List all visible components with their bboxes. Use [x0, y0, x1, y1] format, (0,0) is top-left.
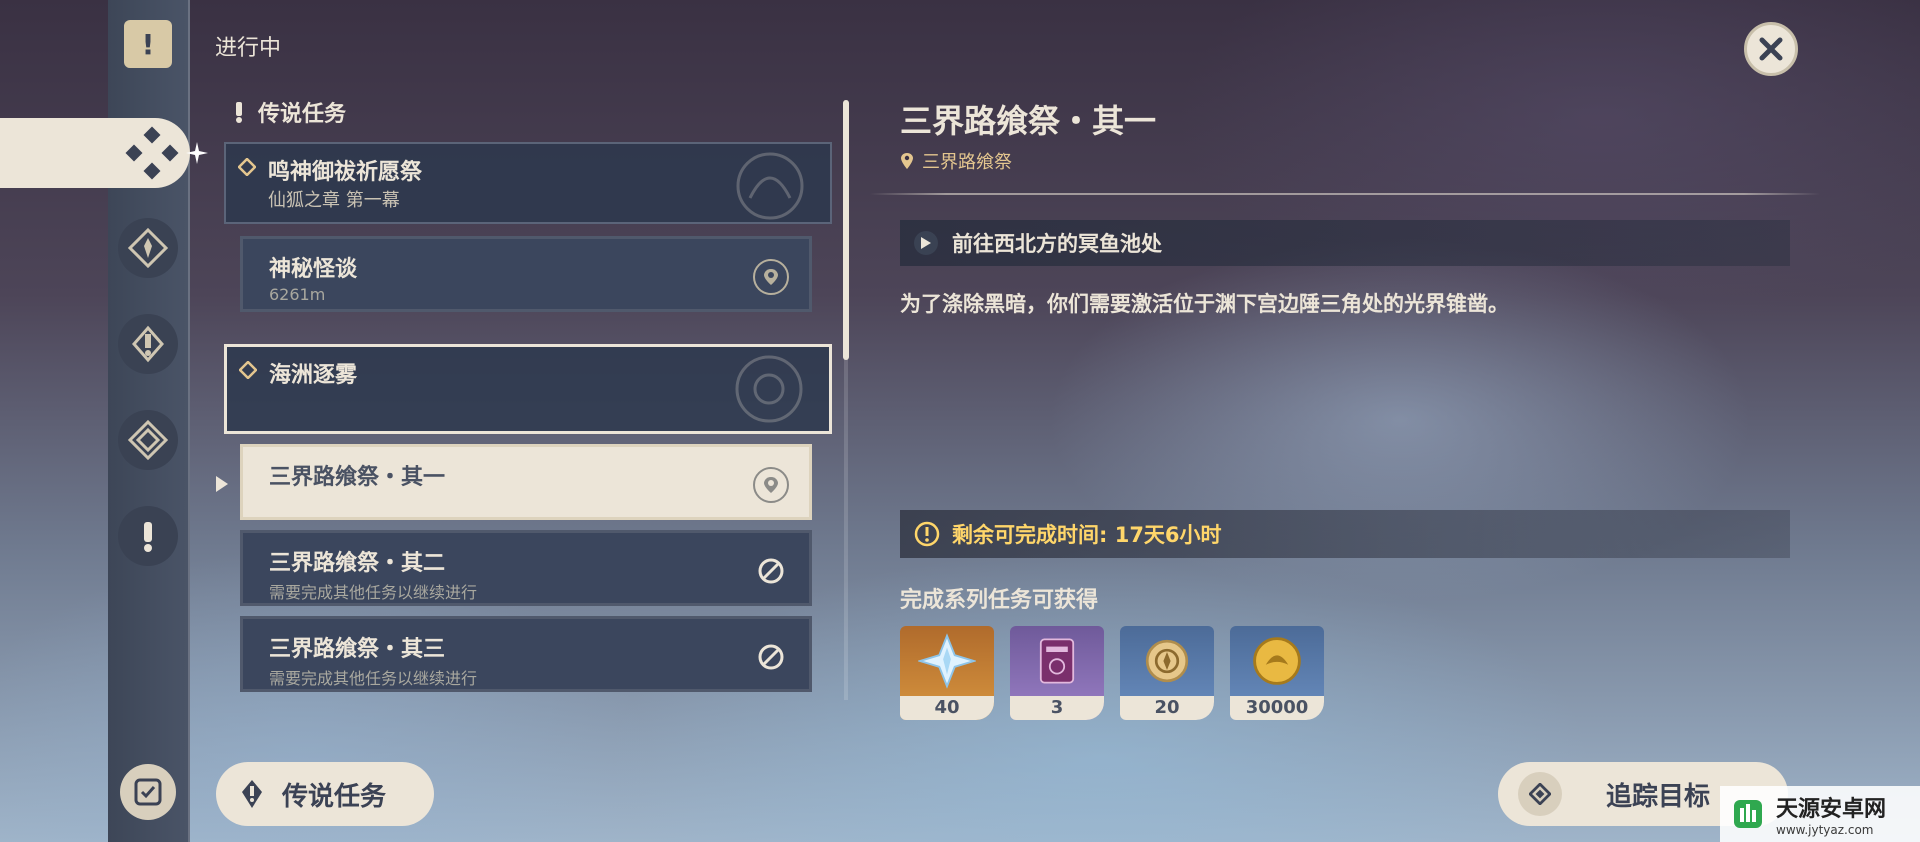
- quest-card-locked[interactable]: 三界路飨祭・其二 需要完成其他任务以继续进行: [240, 530, 812, 606]
- rail-tab-archon-quests[interactable]: [118, 218, 178, 278]
- group-title: 鸣神御祓祈愿祭: [268, 160, 423, 185]
- site-watermark: 天源安卓网 www.jytyaz.com: [1720, 786, 1920, 842]
- quest-banner-icon[interactable]: !: [124, 20, 172, 68]
- watermark-url: www.jytyaz.com: [1776, 823, 1874, 837]
- map-pin-icon[interactable]: [753, 259, 789, 295]
- rewards-label: 完成系列任务可获得: [900, 588, 1099, 613]
- quest-distance: 6261m: [269, 285, 326, 304]
- primogem-icon: [900, 626, 994, 696]
- ornate-divider: [870, 193, 1820, 195]
- tracking-diamond-icon: [239, 361, 257, 379]
- mora-coin-icon: [1230, 626, 1324, 696]
- blocked-icon: [753, 553, 789, 589]
- location-text: 三界路飨祭: [922, 152, 1012, 173]
- time-remaining-text: 剩余可完成时间: 17天6小时: [952, 523, 1222, 547]
- exp-medal-icon: [1120, 626, 1214, 696]
- quest-lock-note: 需要完成其他任务以继续进行: [269, 669, 478, 688]
- map-pin-icon[interactable]: [753, 467, 789, 503]
- group-title: 海洲逐雾: [269, 363, 358, 388]
- legend-quest-icon: [236, 102, 242, 123]
- reward-item[interactable]: 30000: [1230, 626, 1324, 720]
- tracking-diamond-icon: [238, 158, 256, 176]
- alert-circle-icon: [914, 521, 940, 547]
- time-remaining-bar: 剩余可完成时间: 17天6小时: [900, 510, 1790, 558]
- quest-card[interactable]: 神秘怪谈 6261m: [240, 236, 812, 312]
- reward-item[interactable]: 20: [1120, 626, 1214, 720]
- close-button[interactable]: [1744, 22, 1798, 76]
- quest-location: 三界路飨祭: [900, 148, 1012, 174]
- archon-crown-icon: [127, 227, 169, 269]
- heros-wit-book-icon: [1010, 626, 1104, 696]
- quest-group-header-selected[interactable]: 海洲逐雾: [224, 344, 832, 434]
- quest-card-active[interactable]: 三界路飨祭・其一: [240, 444, 812, 520]
- exclamation-icon: [144, 522, 152, 552]
- track-target-label: 追踪目标: [1606, 781, 1711, 812]
- quest-title: 三界路飨祭・其二: [269, 551, 446, 576]
- group-subtitle: 仙狐之章 第一幕: [268, 190, 400, 211]
- rail-tab-story-quests[interactable]: [118, 314, 178, 374]
- quest-group-header[interactable]: 鸣神御祓祈愿祭 仙狐之章 第一幕: [224, 142, 832, 224]
- quest-description: 为了涤除黑暗，你们需要激活位于渊下宫边陲三角处的光界锥凿。: [900, 292, 1509, 316]
- reward-count: 3: [1010, 696, 1104, 720]
- legend-quests-button[interactable]: 传说任务: [216, 762, 434, 826]
- legend-quests-label: 传说任务: [282, 781, 387, 812]
- android-logo-icon: [1734, 800, 1762, 828]
- blocked-icon: [753, 639, 789, 675]
- rail-settings-button[interactable]: [120, 764, 176, 820]
- reward-item[interactable]: 40: [900, 626, 994, 720]
- rail-tab-world-quests[interactable]: [118, 410, 178, 470]
- rail-tab-all-quests[interactable]: [0, 118, 190, 188]
- reward-count: 30000: [1230, 696, 1324, 720]
- objective-text: 前往西北方的冥鱼池处: [952, 232, 1162, 256]
- location-pin-icon: [901, 153, 913, 169]
- category-label: 传说任务: [258, 102, 347, 127]
- watermark-title: 天源安卓网: [1776, 797, 1887, 822]
- reward-count: 20: [1120, 696, 1214, 720]
- play-triangle-icon: [914, 231, 938, 255]
- close-icon: [1759, 37, 1783, 61]
- legend-quest-icon: [242, 780, 262, 808]
- sparkle-icon: [186, 142, 208, 164]
- quest-title: 三界路飨祭・其一: [269, 465, 446, 490]
- story-quest-icon: [132, 325, 164, 363]
- quest-title: 三界路飨祭・其三: [269, 637, 446, 662]
- quest-detail-title: 三界路飨祭・其一: [900, 102, 1157, 140]
- selection-arrow-icon: [216, 476, 228, 492]
- checklist-icon: [134, 778, 162, 806]
- watatsumi-emblem-icon: [735, 355, 803, 423]
- quest-lock-note: 需要完成其他任务以继续进行: [269, 583, 478, 602]
- scroll-thumb[interactable]: [843, 100, 849, 360]
- quest-title: 神秘怪谈: [269, 257, 358, 282]
- reward-item[interactable]: 3: [1010, 626, 1104, 720]
- objective-bar: 前往西北方的冥鱼池处: [900, 220, 1790, 266]
- rail-tab-commissions[interactable]: [118, 506, 178, 566]
- category-header: 传说任务: [232, 96, 346, 128]
- section-title: 进行中: [215, 36, 282, 61]
- quest-card-locked[interactable]: 三界路飨祭・其三 需要完成其他任务以继续进行: [240, 616, 812, 692]
- reward-count: 40: [900, 696, 994, 720]
- track-diamond-icon: [1518, 772, 1562, 816]
- world-quest-icon: [127, 419, 169, 461]
- diamond-cluster-icon: [125, 126, 179, 180]
- fox-emblem-icon: [736, 152, 804, 220]
